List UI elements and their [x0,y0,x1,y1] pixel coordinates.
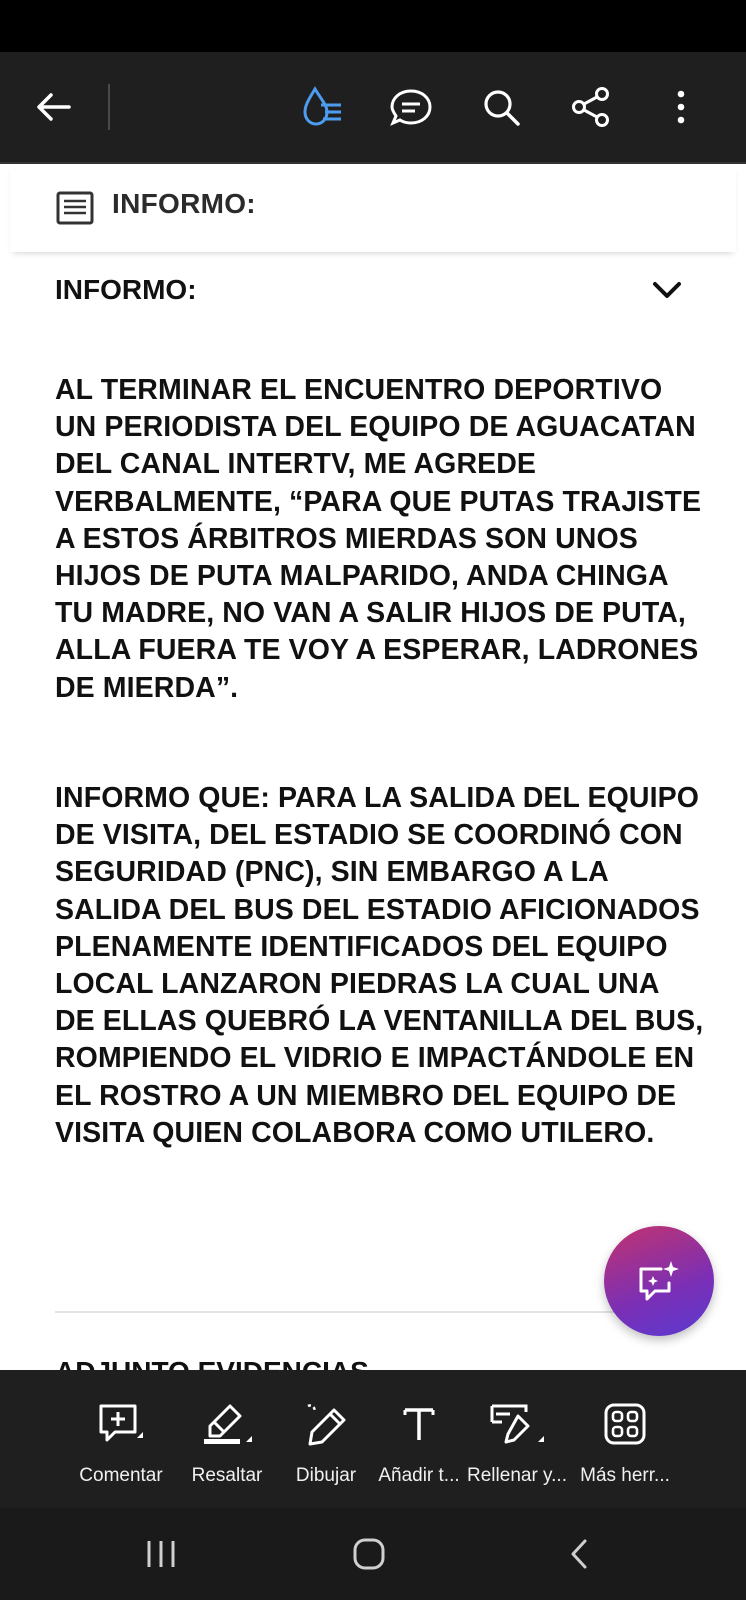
document-lines-icon [56,191,94,225]
tool-add-text[interactable]: Añadir t... [364,1370,474,1508]
ai-assistant-button[interactable] [604,1226,714,1336]
liquid-mode-icon[interactable] [297,82,347,132]
report-paragraph-2: INFORMO QUE: PARA LA SALIDA DEL EQUIPO D… [55,782,704,1149]
chevron-down-icon[interactable] [650,276,684,304]
tool-comment[interactable]: Comentar [66,1370,176,1508]
next-section-title: ADJUNTO EVIDENCIAS [55,1356,369,1371]
ai-chat-sparkle-icon [639,1261,679,1301]
share-icon[interactable] [566,82,616,132]
status-bar [0,0,746,52]
more-tools-grid-icon [570,1400,680,1448]
text-tool-icon [364,1400,474,1448]
report-paragraph-1: AL TERMINAR EL ENCUENTRO DEPORTIVO UN PE… [55,374,702,704]
system-nav-bar [0,1508,746,1600]
tool-highlight[interactable]: Resaltar [172,1370,282,1508]
more-vertical-icon[interactable] [656,82,706,132]
back-nav-icon[interactable] [544,1526,614,1582]
document-section-header[interactable]: INFORMO: [10,164,736,252]
top-app-bar [0,52,746,164]
section-title[interactable]: INFORMO: [55,274,197,306]
section-divider [55,1311,625,1313]
back-arrow-icon[interactable] [28,82,78,132]
toolbar-divider [108,84,110,130]
home-icon[interactable] [334,1526,404,1582]
document-header-title: INFORMO: [112,188,256,219]
recent-apps-icon[interactable] [126,1526,196,1582]
add-comment-icon [66,1400,176,1448]
highlighter-icon [172,1400,282,1448]
bottom-tools-bar: Comentar Resaltar Dibujar Añadir t... Re… [0,1370,746,1508]
comment-bubble-icon[interactable] [386,82,436,132]
fill-sign-icon [462,1400,572,1448]
tool-label: Más herr... [580,1465,670,1486]
tool-fill-sign[interactable]: Rellenar y... [462,1370,572,1508]
tool-more-tools[interactable]: Más herr... [570,1370,680,1508]
search-icon[interactable] [476,82,526,132]
